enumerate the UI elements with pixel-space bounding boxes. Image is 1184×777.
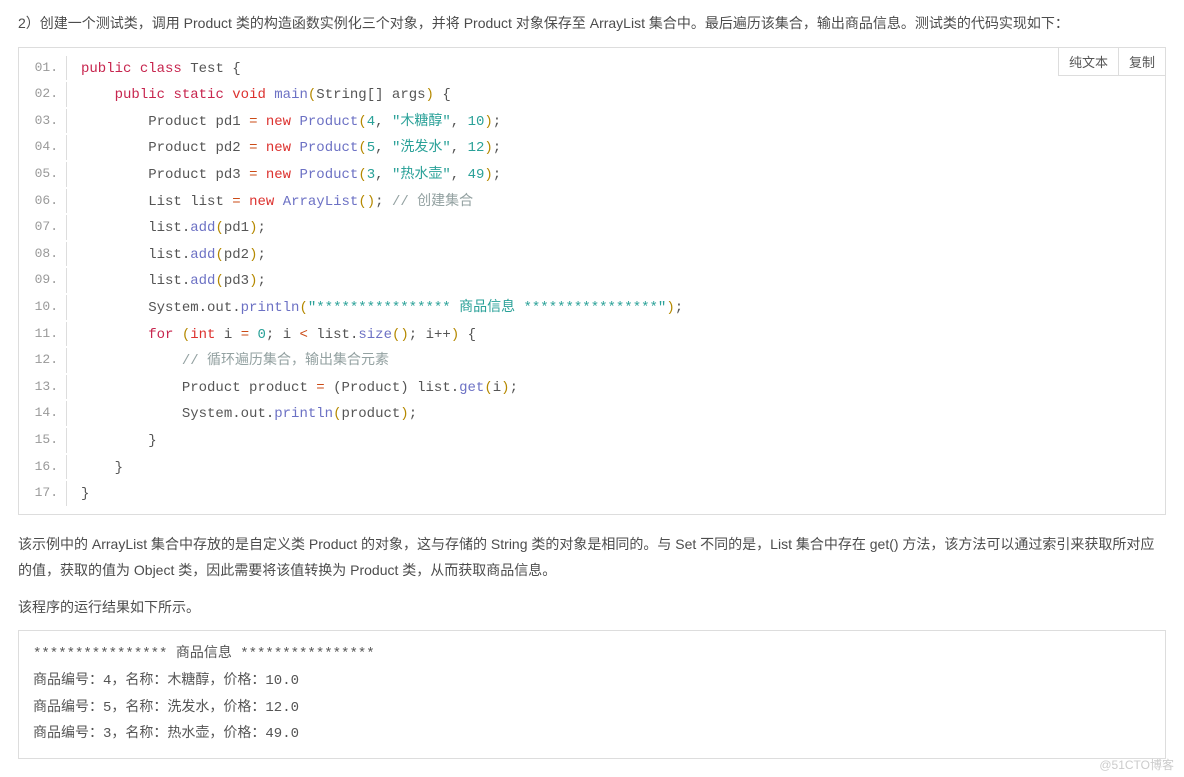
line-number: 10. [19,295,67,320]
code-line: 09. list.add(pd3); [19,268,1165,295]
code-line: 06. List list = new ArrayList(); // 创建集合 [19,189,1165,216]
watermark: @51CTO博客 [1099,756,1174,773]
code-line: 03. Product pd1 = new Product(4, "木糖醇", … [19,109,1165,136]
line-number: 07. [19,215,67,240]
line-number: 11. [19,322,67,347]
line-number: 02. [19,82,67,107]
line-number: 17. [19,481,67,506]
code-content: list.add(pd2); [67,242,266,269]
code-content: public static void main(String[] args) { [67,82,451,109]
code-block: 纯文本 复制 01. public class Test { 02. publi… [18,47,1166,515]
code-line: 02. public static void main(String[] arg… [19,82,1165,109]
code-toolbar: 纯文本 复制 [1058,48,1165,76]
copy-button[interactable]: 复制 [1118,48,1165,76]
code-content: Product product = (Product) list.get(i); [67,375,518,402]
code-line: 01. public class Test { [19,56,1165,83]
code-line: 13. Product product = (Product) list.get… [19,375,1165,402]
line-number: 13. [19,375,67,400]
code-content: System.out.println("**************** 商品信… [67,295,683,322]
code-line: 05. Product pd3 = new Product(3, "热水壶", … [19,162,1165,189]
line-number: 14. [19,401,67,426]
intro-paragraph: 2）创建一个测试类，调用 Product 类的构造函数实例化三个对象，并将 Pr… [18,10,1166,37]
code-line: 08. list.add(pd2); [19,242,1165,269]
plain-text-button[interactable]: 纯文本 [1058,48,1118,76]
output-block: **************** 商品信息 **************** 商… [18,630,1166,758]
code-content: list.add(pd1); [67,215,266,242]
code-content: } [67,428,157,455]
code-line: 07. list.add(pd1); [19,215,1165,242]
line-number: 05. [19,162,67,187]
line-number: 03. [19,109,67,134]
code-content: } [67,481,89,508]
code-content: } [67,455,123,482]
code-lines: 01. public class Test { 02. public stati… [19,48,1165,514]
code-content: Product pd2 = new Product(5, "洗发水", 12); [67,135,501,162]
line-number: 08. [19,242,67,267]
code-line: 11. for (int i = 0; i < list.size(); i++… [19,322,1165,349]
code-line: 12. // 循环遍历集合，输出集合元素 [19,348,1165,375]
code-line: 17. } [19,481,1165,508]
code-line: 15. } [19,428,1165,455]
code-content: Product pd3 = new Product(3, "热水壶", 49); [67,162,501,189]
code-line: 16. } [19,455,1165,482]
code-line: 14. System.out.println(product); [19,401,1165,428]
line-number: 04. [19,135,67,160]
line-number: 01. [19,56,67,81]
code-content: List list = new ArrayList(); // 创建集合 [67,189,473,216]
line-number: 15. [19,428,67,453]
line-number: 16. [19,455,67,480]
code-content: // 循环遍历集合，输出集合元素 [67,348,389,375]
explain-paragraph: 该示例中的 ArrayList 集合中存放的是自定义类 Product 的对象，… [18,531,1166,584]
code-content: System.out.println(product); [67,401,417,428]
code-content: public class Test { [67,56,241,83]
code-content: Product pd1 = new Product(4, "木糖醇", 10); [67,109,501,136]
line-number: 09. [19,268,67,293]
result-intro-paragraph: 该程序的运行结果如下所示。 [18,594,1166,621]
code-line: 10. System.out.println("****************… [19,295,1165,322]
code-content: list.add(pd3); [67,268,266,295]
code-line: 04. Product pd2 = new Product(5, "洗发水", … [19,135,1165,162]
line-number: 06. [19,189,67,214]
code-content: for (int i = 0; i < list.size(); i++) { [67,322,476,349]
line-number: 12. [19,348,67,373]
